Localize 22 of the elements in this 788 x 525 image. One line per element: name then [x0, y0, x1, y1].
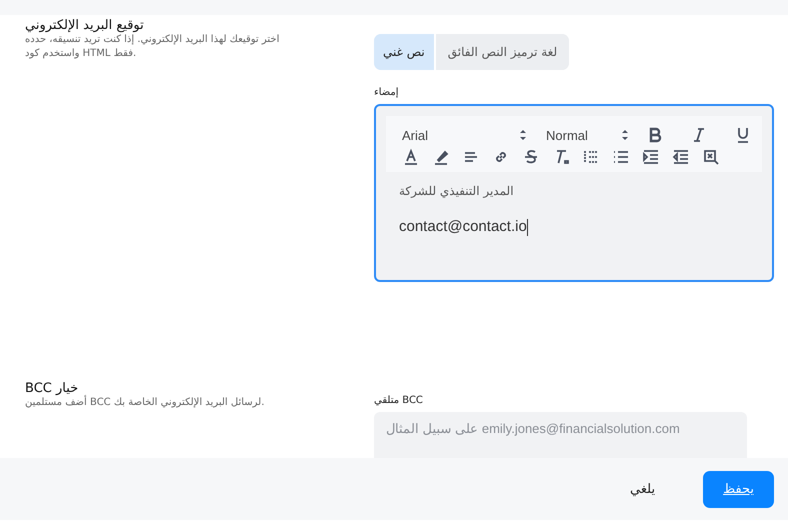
outdent-icon[interactable]: [672, 148, 690, 166]
highlighter-icon[interactable]: [432, 148, 450, 166]
cancel-button[interactable]: يلغي: [610, 470, 676, 508]
bullet-list-icon[interactable]: [612, 148, 630, 166]
section-description: اختر توقيعك لهذا البريد الإلكتروني. إذا كنت تريد تنسيقه، حدده واستخدم كود HTML فقط.: [25, 33, 280, 61]
remove-format-icon[interactable]: [702, 148, 720, 166]
editor-mode-tab[interactable]: نص غني: [374, 34, 436, 70]
bcc-input[interactable]: على سبيل المثال emily.jones@financialsolution.com: [374, 412, 747, 458]
section-description: أضف مستلمين BCC لرسائل البريد الإلكتروني الخاصة بك.: [25, 396, 266, 410]
indent-icon[interactable]: [642, 148, 660, 166]
size-select[interactable]: Normal: [546, 126, 634, 144]
section-title: BCC خيار: [25, 381, 78, 396]
field-label: متلقي BCC: [374, 395, 424, 406]
numbered-list-icon[interactable]: [582, 148, 600, 166]
section-title: توقيع البريد الإلكتروني: [25, 18, 145, 33]
strikethrough-icon[interactable]: [522, 148, 540, 166]
text-color-icon[interactable]: [402, 148, 420, 166]
font-select[interactable]: Arial: [402, 126, 532, 144]
signature-line: المدير التنفيذي للشركة: [399, 184, 515, 198]
field-label: إمضاء: [374, 87, 400, 98]
save-button[interactable]: يحفظ: [703, 470, 774, 508]
signature-line: contact@contact.io: [399, 218, 527, 235]
